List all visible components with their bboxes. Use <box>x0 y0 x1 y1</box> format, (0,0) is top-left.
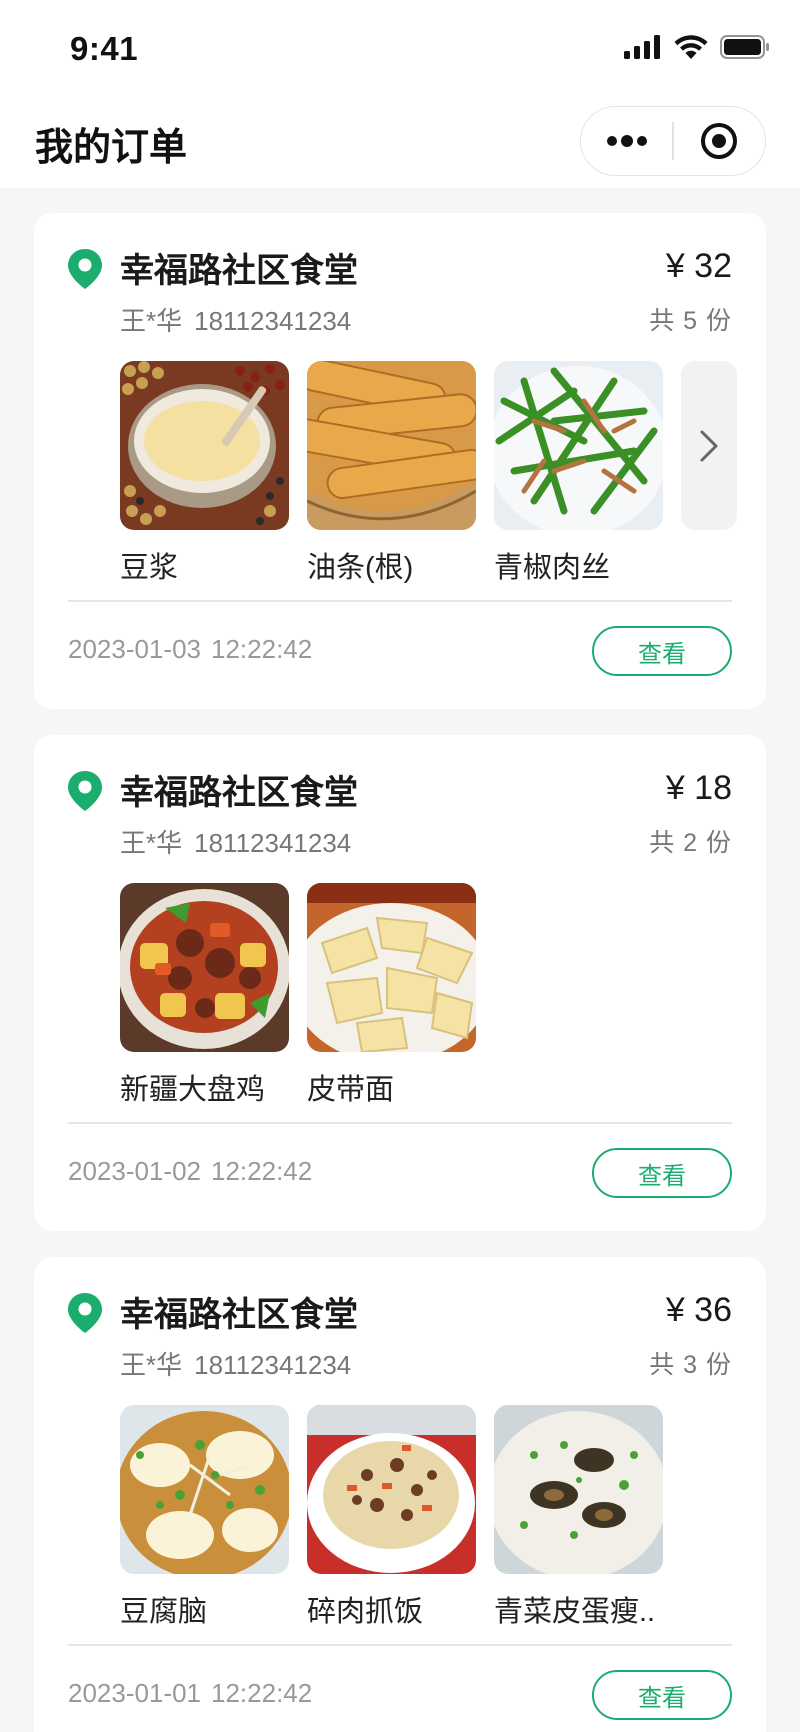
item-list: 新疆大盘鸡 皮带面 <box>120 883 476 1108</box>
dish-name: 皮带面 <box>307 1074 395 1106</box>
card-divider <box>68 1644 732 1646</box>
order-clock-time: 12:22:42 <box>211 1156 313 1186</box>
store-name: 幸福路社区食堂 <box>120 1296 358 1334</box>
order-card[interactable]: 幸福路社区食堂 王*华 18112341234 ¥ 18 共 2 份 新疆大盘鸡 … <box>34 735 766 1231</box>
order-list: 幸福路社区食堂 王*华 18112341234 ¥ 32 共 5 份 豆浆 油条(… <box>34 213 766 1732</box>
status-icons <box>624 34 770 60</box>
customer-info: 王*华 18112341234 <box>120 301 351 338</box>
location-pin-icon <box>68 249 102 289</box>
customer-phone: 18112341234 <box>194 306 352 336</box>
dish-item[interactable]: 油条(根) <box>307 361 476 586</box>
more-options-button[interactable] <box>581 107 672 175</box>
order-card[interactable]: 幸福路社区食堂 王*华 18112341234 ¥ 32 共 5 份 豆浆 油条(… <box>34 213 766 709</box>
status-time: 9:41 <box>70 30 139 67</box>
order-date: 2023-01-01 <box>68 1678 201 1708</box>
page: 9:41 我的订单 幸福路社区食堂 王*华 18112341234 ¥ 32 共… <box>0 0 800 1732</box>
store-name: 幸福路社区食堂 <box>120 774 358 812</box>
cellular-signal-icon <box>624 35 660 59</box>
battery-icon <box>720 35 769 59</box>
page-title: 我的订单 <box>35 127 188 169</box>
dish-image <box>307 1405 476 1574</box>
dish-image <box>120 883 289 1052</box>
customer-info: 王*华 18112341234 <box>120 823 351 860</box>
dish-name: 油条(根) <box>307 552 414 584</box>
order-price: ¥ 32 <box>665 247 732 285</box>
dish-item[interactable]: 皮带面 <box>307 883 476 1108</box>
order-time: 2023-01-02 12:22:42 <box>68 1156 312 1187</box>
dish-image <box>307 883 476 1052</box>
dish-item[interactable]: 碎肉抓饭 <box>307 1405 476 1630</box>
nav-bar: 我的订单 <box>0 96 800 188</box>
customer-name: 王*华 <box>120 306 183 336</box>
location-pin-icon <box>68 1293 102 1333</box>
dish-item[interactable]: 青椒肉丝 <box>494 361 663 586</box>
dish-name: 青椒肉丝 <box>494 552 611 584</box>
dish-item[interactable]: 豆腐脑 <box>120 1405 289 1630</box>
dish-image <box>120 1405 289 1574</box>
customer-name: 王*华 <box>120 828 183 858</box>
dish-name: 豆浆 <box>120 552 179 584</box>
dish-image <box>494 361 663 530</box>
dish-image <box>120 361 289 530</box>
order-date: 2023-01-02 <box>68 1156 201 1186</box>
dish-name: 青菜皮蛋瘦.. <box>494 1596 656 1628</box>
order-card[interactable]: 幸福路社区食堂 王*华 18112341234 ¥ 36 共 3 份 豆腐脑 碎肉… <box>34 1257 766 1732</box>
more-items-button[interactable] <box>681 361 737 530</box>
dish-name: 碎肉抓饭 <box>307 1596 424 1628</box>
dish-image <box>307 361 476 530</box>
item-list: 豆浆 油条(根) 青椒肉丝 <box>120 361 737 586</box>
close-mini-program-button[interactable] <box>674 107 765 175</box>
order-time: 2023-01-03 12:22:42 <box>68 634 312 665</box>
location-pin-icon <box>68 771 102 811</box>
target-close-icon <box>701 123 738 159</box>
order-clock-time: 12:22:42 <box>211 634 313 664</box>
dish-item[interactable]: 新疆大盘鸡 <box>120 883 289 1108</box>
customer-name: 王*华 <box>120 1350 183 1380</box>
customer-phone: 18112341234 <box>194 1350 352 1380</box>
status-bar: 9:41 <box>0 0 800 96</box>
view-order-button[interactable]: 查看 <box>592 1148 732 1198</box>
customer-phone: 18112341234 <box>194 828 352 858</box>
order-date: 2023-01-03 <box>68 634 201 664</box>
dish-item[interactable]: 豆浆 <box>120 361 289 586</box>
mini-program-capsule <box>580 106 766 176</box>
item-list: 豆腐脑 碎肉抓饭 青菜皮蛋瘦.. <box>120 1405 663 1630</box>
item-count: 共 2 份 <box>649 829 732 857</box>
customer-info: 王*华 18112341234 <box>120 1345 351 1382</box>
order-price: ¥ 36 <box>665 1291 732 1329</box>
dish-image <box>494 1405 663 1574</box>
card-divider <box>68 600 732 602</box>
card-divider <box>68 1122 732 1124</box>
item-count: 共 3 份 <box>649 1351 732 1379</box>
order-time: 2023-01-01 12:22:42 <box>68 1678 312 1709</box>
order-clock-time: 12:22:42 <box>211 1678 313 1708</box>
order-price: ¥ 18 <box>665 769 732 807</box>
dish-name: 新疆大盘鸡 <box>120 1074 266 1106</box>
chevron-right-icon <box>700 430 718 461</box>
item-count: 共 5 份 <box>649 307 732 335</box>
dish-item[interactable]: 青菜皮蛋瘦.. <box>494 1405 663 1630</box>
view-order-button[interactable]: 查看 <box>592 1670 732 1720</box>
view-order-button[interactable]: 查看 <box>592 626 732 676</box>
wifi-icon <box>674 35 708 59</box>
store-name: 幸福路社区食堂 <box>120 252 358 290</box>
dish-name: 豆腐脑 <box>120 1596 208 1628</box>
more-dots-icon <box>606 135 647 147</box>
